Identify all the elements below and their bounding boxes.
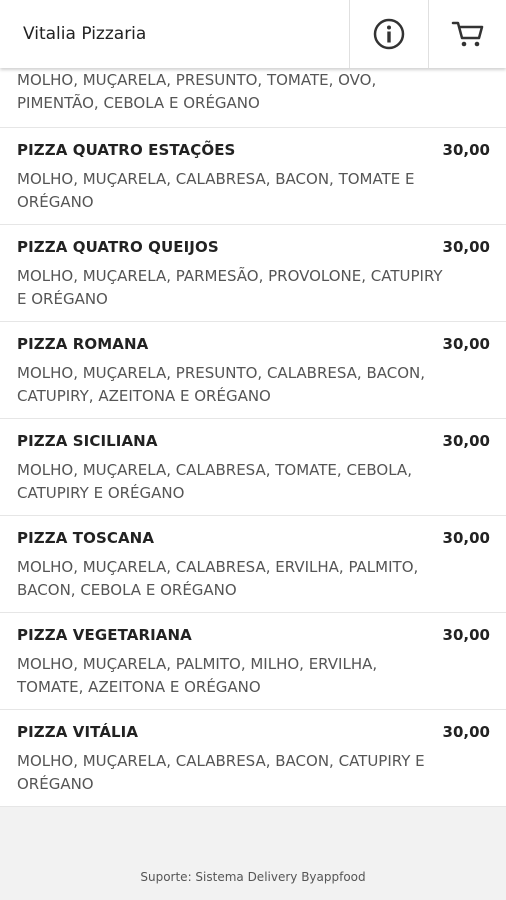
item-name: PIZZA SICILIANA [17,432,158,450]
item-description: MOLHO, MUÇARELA, CALABRESA, TOMATE, CEBO… [17,461,412,502]
info-button[interactable] [349,0,428,68]
item-description: MOLHO, MUÇARELA, CALABRESA, BACON, CATUP… [17,752,425,793]
item-description: MOLHO, MUÇARELA, CALABRESA, ERVILHA, PAL… [17,558,419,599]
list-item[interactable]: MOLHO, MUÇARELA, PRESUNTO, TOMATE, OVO, … [0,68,506,128]
item-name: PIZZA QUATRO QUEIJOS [17,238,219,256]
list-item[interactable]: PIZZA QUATRO ESTAÇÕES 30,00 MOLHO, MUÇAREL… [0,128,506,225]
item-name: PIZZA VEGETARIANA [17,626,192,644]
item-price: 30,00 [442,529,490,547]
list-item[interactable]: PIZZA VITÁLIA 30,00 MOLHO, MUÇARELA, CALAB… [0,710,506,807]
list-item[interactable]: PIZZA QUATRO QUEIJOS 30,00 MOLHO, MUÇARELA… [0,225,506,322]
cart-button[interactable] [428,0,506,68]
cart-icon [451,21,484,47]
item-name: PIZZA QUATRO ESTAÇÕES [17,141,236,159]
info-icon [373,18,405,50]
list-item[interactable]: PIZZA SICILIANA 30,00 MOLHO, MUÇARELA, CAL… [0,419,506,516]
item-price: 30,00 [442,141,490,159]
item-price: 30,00 [442,432,490,450]
item-name: PIZZA ROMANA [17,335,149,353]
item-description: MOLHO, MUÇARELA, PARMESÃO, PROVOLONE, CA… [17,267,443,308]
footer-support-text: Suporte: Sistema Delivery Byappfood [140,870,366,884]
page-title: Vitalia Pizzaria [23,24,147,44]
item-price: 30,00 [442,626,490,644]
item-price: 30,00 [442,238,490,256]
item-price: 30,00 [442,335,490,353]
list-item[interactable]: PIZZA VEGETARIANA 30,00 MOLHO, MUÇARELA, P… [0,613,506,710]
item-name: PIZZA TOSCANA [17,529,155,547]
item-description: MOLHO, MUÇARELA, PALMITO, MILHO, ERVILHA… [17,655,378,696]
menu-list: MOLHO, MUÇARELA, PRESUNTO, TOMATE, OVO, … [0,68,506,807]
item-description: MOLHO, MUÇARELA, PRESUNTO, TOMATE, OVO, … [17,71,377,112]
app-header: Vitalia Pizzaria [0,0,506,68]
list-item[interactable]: PIZZA ROMANA 30,00 MOLHO, MUÇARELA, PRESUN… [0,322,506,419]
item-description: MOLHO, MUÇARELA, CALABRESA, BACON, TOMAT… [17,170,415,211]
list-item[interactable]: PIZZA TOSCANA 30,00 MOLHO, MUÇARELA, CALAB… [0,516,506,613]
item-description: MOLHO, MUÇARELA, PRESUNTO, CALABRESA, BA… [17,364,425,405]
item-price: 30,00 [442,723,490,741]
item-name: PIZZA VITÁLIA [17,723,139,741]
